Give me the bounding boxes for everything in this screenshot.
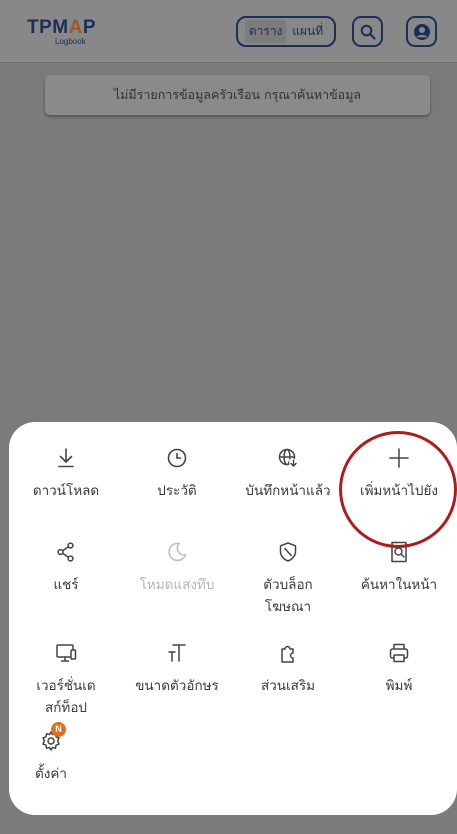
share-icon xyxy=(11,540,121,564)
view-toggle[interactable]: ตาราง แผนที่ xyxy=(236,16,336,47)
page-search-icon xyxy=(344,540,454,564)
gear-icon: N xyxy=(39,722,66,753)
plus-icon xyxy=(344,446,454,470)
menu-item-share[interactable]: แชร์ xyxy=(11,540,121,596)
menu-item-ad-blocker[interactable]: ตัวบล็อกโฆษณา xyxy=(233,540,343,618)
menu-item-label: บันทึกหน้าแล้ว xyxy=(245,483,331,499)
menu-item-label: แชร์ xyxy=(53,577,79,593)
menu-item-desktop-version[interactable]: เวอร์ชั่นเดสก์ท็อป xyxy=(11,641,121,719)
menu-item-label: ขนาดตัวอักษร xyxy=(135,678,219,694)
view-toggle-map[interactable]: แผนที่ xyxy=(288,20,327,43)
menu-item-label: โหมดแสงทึบ xyxy=(139,577,215,593)
menu-item-dark-mode: โหมดแสงทึบ xyxy=(122,540,232,596)
moon-icon xyxy=(122,540,232,564)
download-icon xyxy=(11,446,121,470)
logo-subtitle: Logbook xyxy=(55,37,86,46)
tpmap-logo[interactable]: TPMAP Logbook xyxy=(27,18,96,46)
menu-item-add-page-to[interactable]: เพิ่มหน้าไปยัง xyxy=(344,446,454,502)
menu-item-label: พิมพ์ xyxy=(385,678,413,694)
menu-item-label: ส่วนเสริม xyxy=(260,678,316,694)
menu-item-label: ตัวบล็อกโฆษณา xyxy=(263,577,313,615)
menu-item-settings[interactable]: N ตั้งค่า xyxy=(11,722,91,785)
search-icon xyxy=(360,24,376,40)
menu-item-find-in-page[interactable]: ค้นหาในหน้า xyxy=(344,540,454,596)
user-icon xyxy=(413,23,430,40)
menu-item-label: ตั้งค่า xyxy=(35,766,67,782)
menu-item-add-ons[interactable]: ส่วนเสริม xyxy=(233,641,343,697)
desktop-icon xyxy=(11,641,121,665)
app-header: TPMAP Logbook ตาราง แผนที่ xyxy=(0,0,457,63)
menu-item-print[interactable]: พิมพ์ xyxy=(344,641,454,697)
printer-icon xyxy=(344,641,454,665)
globe-save-icon xyxy=(233,446,343,470)
menu-item-label: เพิ่มหน้าไปยัง xyxy=(360,483,438,499)
menu-item-text-size[interactable]: ขนาดตัวอักษร xyxy=(122,641,232,697)
bottom-dim-strip xyxy=(0,815,457,834)
menu-item-label: ประวัติ xyxy=(157,483,197,499)
account-button[interactable] xyxy=(406,16,437,47)
menu-item-label: ดาวน์โหลด xyxy=(32,483,100,499)
view-toggle-table[interactable]: ตาราง xyxy=(244,20,287,43)
no-data-notice: ไม่มีรายการข้อมูลครัวเรือน กรุณาค้นหาข้อ… xyxy=(45,75,430,115)
notification-badge: N xyxy=(51,722,66,737)
menu-item-history[interactable]: ประวัติ xyxy=(122,446,232,502)
menu-item-label: ค้นหาในหน้า xyxy=(360,577,438,593)
settings-icon-wrap: N xyxy=(11,722,91,753)
browser-menu-sheet: ดาวน์โหลด ประวัติ บันทึกหน้าแล้ว เพิ่มหน… xyxy=(9,422,457,815)
text-size-icon xyxy=(122,641,232,665)
shield-icon xyxy=(233,540,343,564)
puzzle-icon xyxy=(233,641,343,665)
menu-item-saved-pages[interactable]: บันทึกหน้าแล้ว xyxy=(233,446,343,502)
search-button[interactable] xyxy=(352,16,383,47)
logo-wordmark: TPMAP xyxy=(27,17,97,38)
clock-icon xyxy=(122,446,232,470)
menu-item-label: เวอร์ชั่นเดสก์ท็อป xyxy=(36,678,96,716)
menu-item-download[interactable]: ดาวน์โหลด xyxy=(11,446,121,502)
